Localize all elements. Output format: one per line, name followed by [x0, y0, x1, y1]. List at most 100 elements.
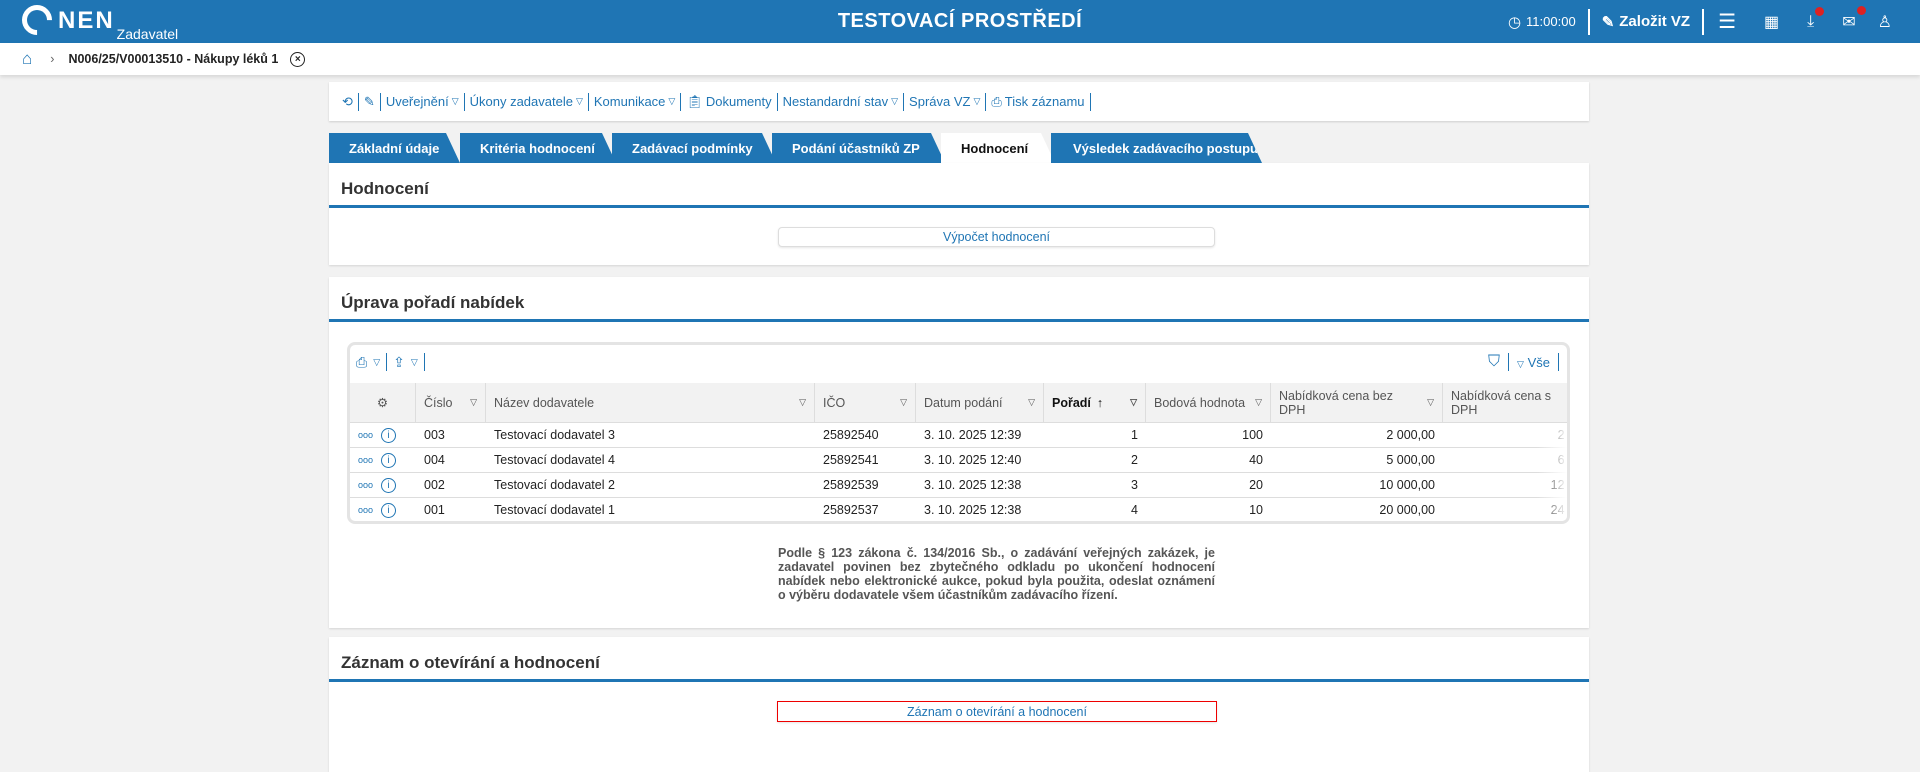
column-header[interactable]: Název dodavatele ▽: [486, 383, 815, 423]
notification-dot: [1815, 6, 1825, 16]
column-header[interactable]: IČO ▽: [815, 383, 916, 423]
more-icon[interactable]: ooo: [358, 480, 373, 490]
create-vz-button[interactable]: ✎ Založit VZ: [1590, 13, 1702, 31]
table-cell: 1: [1044, 423, 1146, 448]
column-header[interactable]: Nabídková cena s DPH: [1443, 383, 1567, 423]
column-header[interactable]: Číslo ▽: [416, 383, 486, 423]
tab-kriteria-hodnoceni[interactable]: Kritéria hodnocení: [460, 133, 616, 163]
filter-icon[interactable]: ⛉: [1488, 353, 1500, 371]
table-cell: 2: [1044, 448, 1146, 473]
column-settings-icon[interactable]: ⚙: [350, 383, 416, 423]
filter-dropdown-icon[interactable]: ▽: [799, 397, 806, 408]
column-label: Nabídková cena s DPH: [1451, 388, 1552, 417]
menu-tisk-zaznamu[interactable]: ⎙ Tisk záznamu: [986, 94, 1089, 110]
table-cell: Testovací dodavatel 4: [486, 448, 815, 473]
menu-uverejneni[interactable]: Uveřejnění ▽: [381, 94, 464, 109]
clipboard-icon: 📋︎: [686, 93, 703, 109]
info-icon[interactable]: i: [381, 477, 397, 493]
table-cell: 25892537: [815, 498, 916, 521]
more-icon[interactable]: ooo: [358, 505, 373, 515]
download-icon[interactable]: ⤓: [1793, 6, 1828, 31]
filter-dropdown-icon[interactable]: ▽: [470, 397, 477, 408]
dropdown-icon: ▽: [575, 96, 583, 106]
table-cell: 25892540: [815, 423, 916, 448]
menu-komunikace[interactable]: Komunikace ▽: [589, 94, 680, 109]
refresh-icon[interactable]: ⟲: [337, 94, 358, 110]
view-dropdown[interactable]: ▽ Vše: [1517, 355, 1550, 370]
tab-vysledek[interactable]: Výsledek zadávacího postupu: [1051, 133, 1262, 163]
section-divider: [329, 205, 1589, 208]
more-icon[interactable]: ooo: [358, 430, 373, 440]
divider: [423, 353, 425, 371]
column-header[interactable]: Datum podání ▽: [916, 383, 1044, 423]
overflow-fade: [1537, 423, 1567, 521]
dropdown-icon: ▽: [973, 96, 981, 106]
menu-label: Nestandardní stav: [782, 94, 889, 109]
export-icon[interactable]: ⇪: [393, 354, 405, 371]
divider: [1089, 92, 1091, 111]
user-icon[interactable]: ♙: [1870, 12, 1900, 32]
column-label: Číslo: [424, 395, 453, 410]
printer-icon: ⎙: [991, 93, 1002, 109]
create-label: Založit VZ: [1619, 13, 1691, 30]
mail-icon[interactable]: ✉: [1828, 5, 1869, 32]
filter-dropdown-icon[interactable]: ▽: [1028, 397, 1035, 408]
table-cell: 40: [1146, 448, 1271, 473]
dropdown-icon: ▽: [891, 96, 899, 106]
breadcrumb-item[interactable]: N006/25/V00013510 - Nákupy léků 1: [68, 52, 278, 66]
column-header[interactable]: Nabídková cena bez DPH ▽: [1271, 383, 1443, 423]
vypocet-hodnoceni-button[interactable]: Výpočet hodnocení: [778, 227, 1215, 247]
dropdown-icon: ▽: [668, 96, 676, 106]
export-dropdown[interactable]: ▽: [411, 357, 418, 368]
print-icon[interactable]: ⎙: [356, 354, 367, 371]
section-title: Záznam o otevírání a hodnocení: [341, 653, 600, 672]
menu-nestandardni-stav[interactable]: Nestandardní stav ▽: [778, 94, 903, 109]
section-title: Hodnocení: [341, 179, 429, 198]
menu-label: Dokumenty: [705, 94, 772, 109]
tab-zakladni-udaje[interactable]: Základní údaje: [329, 133, 460, 163]
table-cell: 001: [416, 498, 486, 521]
print-dropdown[interactable]: ▽: [373, 357, 380, 368]
tab-podani-ucastniku[interactable]: Podání účastníků ZP: [772, 133, 945, 163]
table-cell: 20: [1146, 473, 1271, 498]
edit-icon[interactable]: ✎: [359, 94, 380, 110]
filter-dropdown-icon[interactable]: ▽: [1255, 397, 1262, 408]
filter-dropdown-icon[interactable]: ▽: [1427, 397, 1434, 408]
column-header[interactable]: Pořadí ↑ ▽: [1044, 383, 1146, 423]
menu-label: Uveřejnění: [385, 94, 449, 109]
table-cell: 3. 10. 2025 12:38: [916, 473, 1044, 498]
menu-sprava-vz[interactable]: Správa VZ ▽: [904, 94, 985, 109]
table-cell: 002: [416, 473, 486, 498]
more-icon[interactable]: ooo: [358, 455, 373, 465]
row-actions: ooo i: [350, 473, 416, 498]
close-icon[interactable]: ×: [290, 51, 306, 67]
info-icon[interactable]: i: [381, 427, 397, 443]
divider: [1558, 353, 1559, 371]
divider: [1508, 353, 1510, 371]
edit-icon: ✎: [1601, 13, 1615, 31]
tab-hodnoceni[interactable]: Hodnocení: [941, 133, 1055, 163]
filter-dropdown-icon[interactable]: ▽: [900, 397, 907, 408]
table-cell: Testovací dodavatel 2: [486, 473, 815, 498]
column-label: IČO: [823, 395, 846, 410]
menu-ukony-zadavatele[interactable]: Úkony zadavatele ▽: [465, 94, 588, 109]
tab-zadavaci-podminky[interactable]: Zadávací podmínky: [612, 133, 776, 163]
info-icon[interactable]: i: [381, 502, 397, 518]
filter-dropdown-icon[interactable]: ▽: [1130, 397, 1137, 408]
action-toolbar: ⟲ ✎ Uveřejnění ▽ Úkony zadavatele ▽ Komuni…: [329, 82, 1589, 121]
table-cell: 2 000,00: [1271, 423, 1443, 448]
menu-icon[interactable]: ☰: [1704, 9, 1750, 34]
column-header[interactable]: Bodová hodnota ▽: [1146, 383, 1271, 423]
section-zaznam: Záznam o otevírání a hodnocení Záznam o …: [329, 637, 1589, 772]
menu-dokumenty[interactable]: 📋︎ Dokumenty: [681, 94, 776, 110]
row-actions: ooo i: [350, 498, 416, 521]
info-icon[interactable]: i: [381, 452, 397, 468]
table-cell: 3. 10. 2025 12:39: [916, 423, 1044, 448]
menu-label: Komunikace: [593, 94, 666, 109]
menu-label: Správa VZ: [909, 94, 971, 109]
horizontal-scrollbar[interactable]: [358, 521, 1078, 523]
zaznam-button[interactable]: Záznam o otevírání a hodnocení: [777, 701, 1217, 722]
calendar-icon[interactable]: ▦: [1750, 12, 1793, 32]
home-icon[interactable]: ⌂: [22, 49, 32, 69]
table-cell: 3: [1044, 473, 1146, 498]
